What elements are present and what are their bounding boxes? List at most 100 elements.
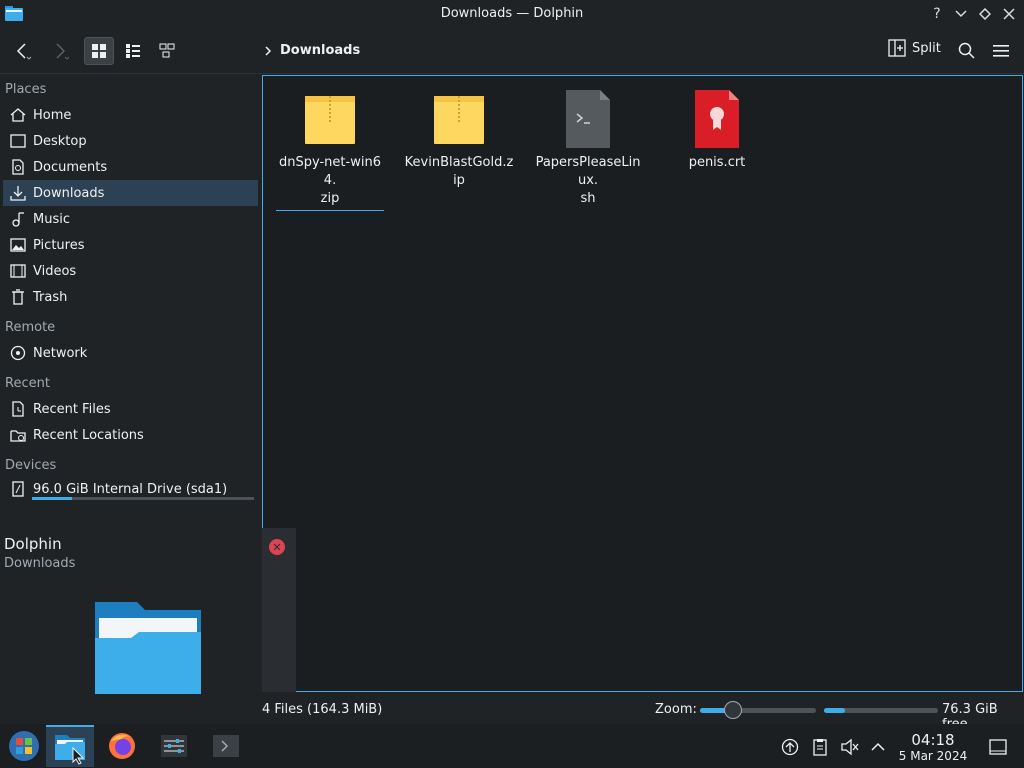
taskbar: 04:18 5 Mar 2024 (0, 724, 1024, 768)
section-devices: Devices (5, 458, 57, 473)
home-icon (9, 106, 27, 124)
split-button[interactable]: Split (888, 39, 941, 57)
zoom-label: Zoom: (655, 702, 697, 717)
sidebar-item-pictures[interactable]: Pictures (3, 232, 258, 258)
maximize-icon[interactable] (976, 5, 994, 23)
sidebar-item-desktop[interactable]: Desktop (3, 128, 258, 154)
zip-archive-icon (433, 90, 485, 148)
icons-view-button[interactable] (84, 37, 114, 65)
file-item[interactable]: dnSpy-net-win64. zip (275, 90, 385, 211)
zip-archive-icon (304, 90, 356, 148)
sidebar-item-network[interactable]: Network (3, 340, 258, 366)
file-name: KevinBlastGold.zip (404, 155, 514, 188)
firefox-icon (109, 733, 135, 759)
minimize-icon[interactable] (952, 5, 970, 23)
update-notifier-icon[interactable] (780, 737, 800, 757)
sidebar-item-videos[interactable]: Videos (3, 258, 258, 284)
sidebar-item-trash[interactable]: Trash (3, 284, 258, 310)
drive-usage-bar (32, 497, 254, 500)
sidebar-item-label: Network (33, 345, 88, 361)
desktop-icon (9, 132, 27, 150)
clipboard-icon[interactable] (810, 737, 830, 757)
close-window-icon[interactable] (1000, 5, 1018, 23)
zoom-slider-handle[interactable] (724, 701, 742, 719)
sidebar-item-recent-files[interactable]: Recent Files (3, 396, 258, 422)
hamburger-icon (993, 45, 1009, 57)
file-name: dnSpy-net-win64. zip (279, 155, 381, 206)
drive-icon (9, 480, 27, 498)
sidebar-item-label: Music (33, 211, 70, 227)
taskbar-system-settings[interactable] (150, 725, 198, 767)
free-space-fill (824, 708, 845, 713)
launcher-icon (9, 731, 39, 761)
settings-icon (161, 735, 187, 757)
split-icon (888, 39, 906, 57)
compact-view-button[interactable] (118, 37, 148, 65)
status-summary: 4 Files (164.3 MiB) (262, 702, 383, 717)
file-view[interactable]: dnSpy-net-win64. zip KevinBlastGold.zip P… (262, 75, 1023, 692)
sidebar-item-downloads[interactable]: Downloads (3, 180, 258, 206)
search-icon (958, 42, 975, 59)
sidebar-item-label: 96.0 GiB Internal Drive (sda1) (33, 481, 228, 497)
clock-time: 04:18 (911, 731, 955, 749)
sidebar-item-label: Videos (33, 263, 77, 279)
breadcrumb-current[interactable]: Downloads (280, 43, 360, 58)
breadcrumb-chevron-icon (265, 45, 272, 56)
terminal-icon (213, 735, 239, 757)
show-desktop-icon[interactable] (988, 737, 1008, 757)
toolbar: Downloads Split (0, 28, 1024, 74)
breadcrumb[interactable]: Downloads (264, 43, 360, 58)
digital-clock[interactable]: 04:18 5 Mar 2024 (896, 731, 970, 763)
sidebar-item-label: Recent Files (33, 401, 111, 417)
sidebar-item-label: Trash (33, 289, 68, 305)
split-label: Split (912, 40, 941, 56)
application-launcher[interactable] (0, 725, 48, 767)
network-icon (9, 344, 27, 362)
search-button[interactable] (952, 37, 982, 65)
documents-icon (9, 158, 27, 176)
free-space-bar[interactable] (824, 708, 938, 713)
videos-icon (9, 262, 27, 280)
help-icon[interactable]: ? (928, 5, 946, 23)
volume-muted-icon[interactable] (840, 737, 860, 757)
sidebar-item-label: Desktop (33, 133, 87, 149)
mouse-cursor-icon (72, 747, 84, 765)
window-title: Downloads — Dolphin (440, 6, 584, 21)
back-button[interactable] (8, 37, 38, 65)
taskbar-dolphin[interactable] (46, 725, 94, 767)
file-name: PapersPleaseLinux. sh (535, 155, 641, 206)
info-panel-title: Dolphin (4, 535, 62, 553)
show-hidden-tray-icon[interactable] (868, 737, 888, 757)
shell-script-icon (562, 90, 614, 148)
file-name: penis.crt (688, 155, 746, 170)
file-item[interactable]: penis.crt (662, 90, 772, 172)
taskbar-konsole[interactable] (202, 725, 250, 767)
zoom-slider[interactable] (700, 708, 816, 713)
sidebar-item-documents[interactable]: Documents (3, 154, 258, 180)
forward-button[interactable] (44, 37, 74, 65)
large-folder-icon (93, 598, 203, 698)
sidebar-item-home[interactable]: Home (3, 102, 258, 128)
taskbar-firefox[interactable] (98, 725, 146, 767)
drive-usage-fill (32, 497, 72, 500)
sidebar-item-label: Pictures (33, 237, 85, 253)
menu-button[interactable] (986, 37, 1016, 65)
section-places: Places (5, 82, 47, 97)
certificate-icon (691, 90, 743, 148)
file-item[interactable]: KevinBlastGold.zip (404, 90, 514, 190)
sidebar-item-recent-locations[interactable]: Recent Locations (3, 422, 258, 448)
rename-underline (276, 210, 384, 211)
details-view-button[interactable] (152, 37, 182, 65)
pictures-icon (9, 236, 27, 254)
trash-icon (9, 288, 27, 306)
sidebar-item-label: Documents (33, 159, 108, 175)
section-recent: Recent (5, 376, 50, 391)
file-item[interactable]: PapersPleaseLinux. sh (533, 90, 643, 208)
recent-files-icon (9, 400, 27, 418)
clock-date: 5 Mar 2024 (898, 749, 968, 763)
sidebar-item-music[interactable]: Music (3, 206, 258, 232)
section-remote: Remote (5, 320, 56, 335)
close-view-icon[interactable]: ✕ (269, 539, 285, 555)
music-icon (9, 210, 27, 228)
recent-locations-icon (9, 426, 27, 444)
